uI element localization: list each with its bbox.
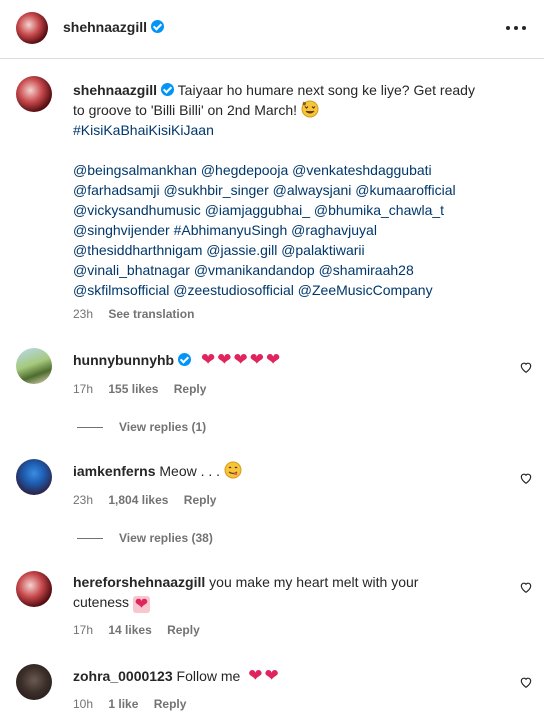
view-replies-button[interactable]: View replies (1) xyxy=(77,420,206,434)
comment-likes[interactable]: 1,804 likes xyxy=(108,493,168,507)
caption-line-2: to groove to 'Billi Billi' on 2nd March! xyxy=(73,100,533,120)
yum-face-emoji-icon xyxy=(224,461,242,479)
caption-line-1: shehnaazgill Taiyaar ho humare next song… xyxy=(73,80,533,100)
comment-meta: 17h 155 likes Reply xyxy=(73,382,218,396)
mention-line[interactable]: @thesiddharthnigam @jassie.gill @palakti… xyxy=(73,240,533,260)
view-replies-button[interactable]: View replies (38) xyxy=(77,531,213,545)
mention-line[interactable]: @vinali_bhatnagar @vmanikandandop @shami… xyxy=(73,260,533,280)
mention-line[interactable]: @beingsalmankhan @hegdepooja @venkateshd… xyxy=(73,160,533,180)
comment-meta: 10h 1 like Reply xyxy=(73,697,198,711)
comment-meta: 17h 14 likes Reply xyxy=(73,623,212,637)
caption-avatar[interactable] xyxy=(16,76,52,112)
mention-line[interactable]: @skfilmsofficial @zeestudiosofficial @Ze… xyxy=(73,280,533,300)
verified-badge-icon xyxy=(161,83,175,96)
like-heart-icon[interactable] xyxy=(519,580,533,594)
red-hearts-emoji-icon: ❤❤ xyxy=(248,666,281,685)
caption-text-1: Taiyaar ho humare next song ke liye? Get… xyxy=(177,82,475,98)
red-hearts-emoji-icon: ❤❤❤❤❤ xyxy=(200,350,283,369)
comment-text: Meow . . . xyxy=(159,463,221,479)
caption-block: shehnaazgill Taiyaar ho humare next song… xyxy=(73,80,533,300)
view-replies-line xyxy=(77,538,103,540)
reply-button[interactable]: Reply xyxy=(184,493,217,507)
caption-text-2: to groove to 'Billi Billi' on 2nd March! xyxy=(73,102,298,118)
view-replies-label: View replies (1) xyxy=(119,420,207,434)
reply-button[interactable]: Reply xyxy=(174,382,207,396)
verified-badge-icon xyxy=(151,20,165,33)
comment-time[interactable]: 17h xyxy=(73,382,93,396)
comment-text-2: cuteness xyxy=(73,594,130,610)
mention-line[interactable]: @farhadsamji @sukhbir_singer @alwaysjani… xyxy=(73,180,533,200)
comment-likes[interactable]: 1 like xyxy=(108,697,138,711)
like-heart-icon[interactable] xyxy=(519,471,533,485)
comment-avatar[interactable] xyxy=(16,459,52,495)
comment-body: hereforshehnaazgill you make my heart me… xyxy=(73,572,493,613)
comment-avatar[interactable] xyxy=(16,348,52,384)
comment-avatar[interactable] xyxy=(16,571,52,607)
comment-body: zohra_0000123 Follow me ❤❤ xyxy=(73,666,281,686)
comment-time[interactable]: 10h xyxy=(73,697,93,711)
comment-likes[interactable]: 14 likes xyxy=(108,623,151,637)
reply-button[interactable]: Reply xyxy=(154,697,187,711)
comment-line-2: cuteness ❤ xyxy=(73,592,493,613)
header-user: shehnaazgill xyxy=(63,19,165,37)
verified-badge-icon xyxy=(178,353,192,366)
star-struck-emoji-icon xyxy=(301,100,319,118)
caption-username[interactable]: shehnaazgill xyxy=(73,82,157,98)
comment-meta: 23h 1,804 likes Reply xyxy=(73,493,228,507)
comment-username[interactable]: zohra_0000123 xyxy=(73,668,173,684)
caption-time[interactable]: 23h xyxy=(73,307,93,321)
reply-button[interactable]: Reply xyxy=(167,623,200,637)
header-username[interactable]: shehnaazgill xyxy=(63,19,147,35)
mention-line[interactable]: @vickysandhumusic @iamjaggubhai_ @bhumik… xyxy=(73,200,533,220)
comment-text: Follow me xyxy=(176,668,241,684)
comment-text: you make my heart melt with your xyxy=(209,574,419,590)
like-heart-icon[interactable] xyxy=(519,675,533,689)
view-replies-label: View replies (38) xyxy=(119,531,213,545)
comment-time[interactable]: 23h xyxy=(73,493,93,507)
comment-username[interactable]: iamkenferns xyxy=(73,463,155,479)
heart-emoji-icon: ❤ xyxy=(132,596,150,613)
comment-body: hunnybunnyhb ❤❤❤❤❤ xyxy=(73,350,282,370)
caption-meta: 23h See translation xyxy=(73,307,206,321)
caption-hashtag[interactable]: #KisiKaBhaiKisiKiJaan xyxy=(73,120,533,140)
more-horizontal-icon[interactable] xyxy=(505,25,527,31)
comment-line-1: hereforshehnaazgill you make my heart me… xyxy=(73,572,493,592)
post-header: shehnaazgill xyxy=(0,0,544,59)
like-heart-icon[interactable] xyxy=(519,360,533,374)
view-replies-line xyxy=(77,427,103,429)
comment-avatar[interactable] xyxy=(16,664,52,700)
comment-time[interactable]: 17h xyxy=(73,623,93,637)
comment-username[interactable]: hunnybunnyhb xyxy=(73,352,174,368)
see-translation-button[interactable]: See translation xyxy=(108,307,194,321)
comment-body: iamkenferns Meow . . . xyxy=(73,461,242,481)
mention-line[interactable]: @singhvijender #AbhimanyuSingh @raghavju… xyxy=(73,220,533,240)
header-avatar[interactable] xyxy=(16,12,48,44)
comment-username[interactable]: hereforshehnaazgill xyxy=(73,574,205,590)
comment-likes[interactable]: 155 likes xyxy=(108,382,158,396)
